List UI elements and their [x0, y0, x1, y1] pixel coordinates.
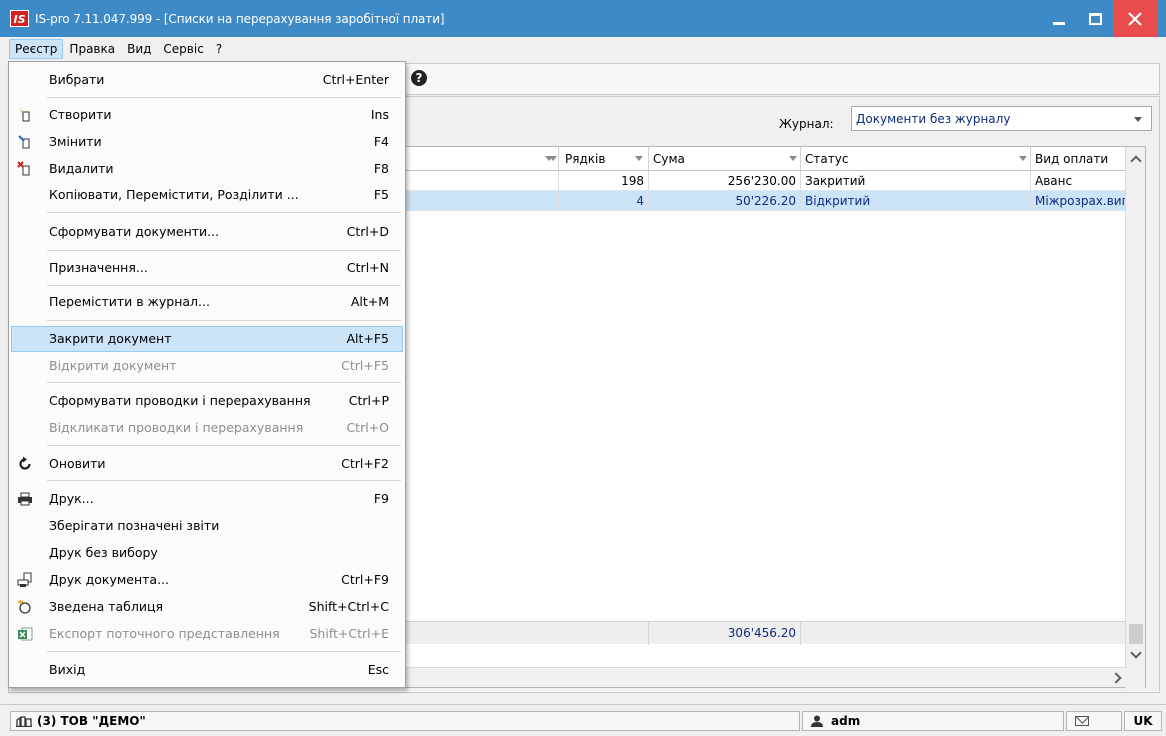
mail-icon: [1075, 716, 1089, 726]
menu-item-print[interactable]: Друк... F9: [11, 486, 403, 512]
printer-icon: [18, 492, 32, 506]
column-header-status[interactable]: Статус: [801, 147, 1031, 171]
menu-item-form-postings[interactable]: Сформувати проводки і перерахування Ctrl…: [11, 388, 403, 414]
column-header-sum[interactable]: Сума: [649, 147, 801, 171]
close-button[interactable]: [1113, 0, 1157, 37]
menu-separator: [47, 445, 401, 446]
app-logo-icon: IS: [10, 10, 29, 27]
scroll-right-icon[interactable]: [1110, 672, 1122, 684]
filter-icon: [1019, 156, 1027, 161]
filter-icon: [549, 156, 557, 161]
registry-dropdown-menu: Вибрати Ctrl+Enter Створити Ins Змінити …: [8, 61, 406, 688]
menu-item-assignment[interactable]: Призначення... Ctrl+N: [11, 255, 403, 281]
menu-item-exit[interactable]: Вихід Esc: [11, 657, 403, 683]
close-icon: [1128, 11, 1142, 26]
column-header-payment-type[interactable]: Вид оплати: [1031, 147, 1127, 171]
pivot-table-icon: [17, 599, 31, 614]
maximize-icon: [1088, 12, 1102, 25]
menu-item-refresh[interactable]: Оновити Ctrl+F2: [11, 451, 403, 477]
total-sum: 306'456.20: [649, 622, 801, 645]
journal-label: Журнал:: [779, 117, 834, 131]
menu-item-print-no-select[interactable]: Друк без вибору: [11, 540, 403, 566]
menu-bar: Реєстр Правка Вид Сервіс ?: [0, 37, 1166, 61]
menu-service[interactable]: Сервіс: [157, 39, 209, 59]
company-name: (3) ТОВ "ДЕМО": [37, 714, 146, 728]
mail-status[interactable]: [1066, 711, 1122, 731]
menu-separator: [47, 285, 401, 286]
menu-item-save-marked-reports[interactable]: Зберігати позначені звіти: [11, 513, 403, 539]
refresh-icon: [19, 456, 31, 470]
minimize-icon: [1053, 22, 1065, 25]
menu-separator: [47, 651, 401, 652]
minimize-button[interactable]: [1041, 0, 1077, 37]
menu-separator: [47, 97, 401, 98]
menu-item-close-document[interactable]: Закрити документ Alt+F5: [11, 326, 403, 352]
menu-item-move-to-journal[interactable]: Перемістити в журнал... Alt+M: [11, 289, 403, 315]
menu-item-create[interactable]: Створити Ins: [11, 102, 403, 128]
scroll-down-icon[interactable]: [1130, 647, 1142, 659]
status-bar: (3) ТОВ "ДЕМО" adm UK: [0, 704, 1166, 736]
delete-icon: [17, 161, 30, 176]
excel-export-icon: [18, 627, 33, 641]
menu-item-revoke-postings: Відкликати проводки і перерахування Ctrl…: [49, 420, 389, 435]
menu-item-copy-move-split[interactable]: Копіювати, Перемістити, Розділити ... F5: [11, 182, 403, 208]
language-indicator[interactable]: UK: [1124, 711, 1162, 731]
menu-item-select[interactable]: Вибрати Ctrl+Enter: [11, 67, 403, 93]
edit-icon: [18, 135, 30, 149]
menu-item-delete[interactable]: Видалити F8: [11, 156, 403, 182]
window-title: IS-pro 7.11.047.999 - [Списки на перерах…: [35, 11, 445, 26]
menu-item-open-document: Відкрити документ Ctrl+F5: [49, 358, 389, 373]
menu-separator: [47, 212, 401, 213]
scroll-up-icon[interactable]: [1130, 155, 1142, 167]
menu-separator: [47, 480, 401, 481]
help-icon[interactable]: ?: [411, 70, 427, 86]
menu-view[interactable]: Вид: [121, 39, 157, 59]
building-icon: [16, 716, 32, 727]
menu-item-edit[interactable]: Змінити F4: [11, 129, 403, 155]
menu-separator: [47, 382, 401, 383]
menu-help[interactable]: ?: [210, 39, 228, 59]
menu-registry[interactable]: Реєстр: [9, 39, 64, 59]
maximize-button[interactable]: [1077, 0, 1113, 37]
menu-edit[interactable]: Правка: [63, 39, 121, 59]
vertical-scrollbar[interactable]: [1125, 147, 1145, 689]
menu-item-print-document[interactable]: Друк документа... Ctrl+F9: [11, 567, 403, 593]
menu-item-form-documents[interactable]: Сформувати документи... Ctrl+D: [11, 219, 403, 245]
create-icon: [18, 108, 30, 122]
menu-item-pivot-table[interactable]: Зведена таблиця Shift+Ctrl+C: [11, 594, 403, 620]
scroll-thumb[interactable]: [1129, 624, 1143, 644]
chevron-down-icon: [1134, 117, 1142, 122]
menu-separator: [47, 250, 401, 251]
column-header-rows[interactable]: Рядків: [549, 147, 649, 171]
user-icon: [811, 715, 823, 727]
status-user: adm: [802, 711, 1064, 731]
title-bar: IS IS-pro 7.11.047.999 - [Списки на пере…: [0, 0, 1166, 37]
filter-icon: [789, 156, 797, 161]
filter-icon: [635, 156, 643, 161]
menu-separator: [47, 320, 401, 321]
journal-select[interactable]: Документи без журналу: [851, 106, 1152, 131]
print-document-icon: [17, 572, 32, 587]
menu-item-export-current-view: Експорт поточного представлення Shift+Ct…: [11, 621, 403, 647]
journal-select-value: Документи без журналу: [856, 112, 1011, 126]
status-company: (3) ТОВ "ДЕМО": [10, 711, 800, 731]
user-name: adm: [831, 714, 861, 728]
